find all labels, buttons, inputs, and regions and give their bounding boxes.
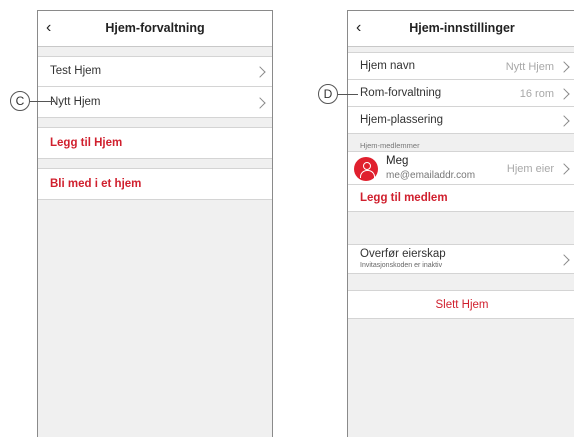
chevron-right-icon bbox=[558, 254, 570, 266]
home-location-label: Hjem-plassering bbox=[360, 114, 444, 126]
user-avatar-icon bbox=[354, 157, 378, 181]
room-management-row[interactable]: Rom-forvaltning 16 rom bbox=[348, 80, 574, 107]
room-count-value: 16 rom bbox=[519, 88, 554, 100]
page-title: Hjem-innstillinger bbox=[409, 21, 515, 35]
chevron-right-icon bbox=[558, 61, 570, 73]
transfer-ownership-sub: Invitasjonskoden er inaktiv bbox=[360, 262, 443, 269]
spacer bbox=[348, 274, 574, 291]
chevron-right-icon bbox=[558, 88, 570, 100]
join-home-label: Bli med i et hjem bbox=[50, 178, 142, 190]
list-item-nytt-hjem[interactable]: Nytt Hjem bbox=[38, 87, 272, 118]
page-title: Hjem-forvaltning bbox=[105, 21, 205, 35]
transfer-ownership-row[interactable]: Overfør eierskap Invitasjonskoden er ina… bbox=[348, 245, 574, 274]
list-item-label: Nytt Hjem bbox=[50, 96, 101, 108]
member-role: Hjem eier bbox=[506, 163, 554, 175]
join-home-button[interactable]: Bli med i et hjem bbox=[38, 169, 272, 200]
home-name-row[interactable]: Hjem navn Nytt Hjem bbox=[348, 53, 574, 80]
callout-line bbox=[30, 101, 54, 102]
header: ‹ Hjem-innstillinger bbox=[348, 11, 574, 47]
member-email: me@emailaddr.com bbox=[386, 170, 476, 181]
room-management-label: Rom-forvaltning bbox=[360, 87, 442, 99]
chevron-right-icon bbox=[558, 115, 570, 127]
add-home-label: Legg til Hjem bbox=[50, 137, 123, 149]
members-section-header: Hjem-medlemmer bbox=[348, 134, 574, 152]
header: ‹ Hjem-forvaltning bbox=[38, 11, 272, 47]
chevron-right-icon bbox=[254, 97, 266, 109]
add-member-button[interactable]: Legg til medlem bbox=[348, 185, 574, 212]
section-title: Hjem-medlemmer bbox=[360, 141, 420, 150]
member-row[interactable]: Meg me@emailaddr.com Hjem eier bbox=[348, 152, 574, 185]
chevron-right-icon bbox=[254, 66, 266, 78]
add-member-label: Legg til medlem bbox=[360, 192, 448, 204]
chevron-right-icon bbox=[558, 163, 570, 175]
transfer-ownership-label: Overfør eierskap bbox=[360, 248, 446, 260]
home-name-label: Hjem navn bbox=[360, 60, 415, 72]
callout-d: D bbox=[318, 84, 338, 104]
spacer bbox=[348, 212, 574, 245]
home-settings-screen: ‹ Hjem-innstillinger Hjem navn Nytt Hjem… bbox=[347, 10, 574, 437]
member-name: Meg bbox=[386, 155, 409, 167]
spacer bbox=[38, 47, 272, 57]
spacer bbox=[38, 118, 272, 128]
callout-line bbox=[338, 94, 358, 95]
spacer bbox=[38, 159, 272, 169]
home-management-screen: ‹ Hjem-forvaltning Test Hjem Nytt Hjem L… bbox=[37, 10, 273, 437]
add-home-button[interactable]: Legg til Hjem bbox=[38, 128, 272, 159]
home-location-row[interactable]: Hjem-plassering bbox=[348, 107, 574, 134]
list-item-label: Test Hjem bbox=[50, 65, 102, 77]
callout-c: C bbox=[10, 91, 30, 111]
delete-home-label: Slett Hjem bbox=[435, 299, 489, 311]
delete-home-button[interactable]: Slett Hjem bbox=[348, 291, 574, 319]
home-name-value: Nytt Hjem bbox=[505, 61, 554, 73]
list-item-test-hjem[interactable]: Test Hjem bbox=[38, 57, 272, 87]
